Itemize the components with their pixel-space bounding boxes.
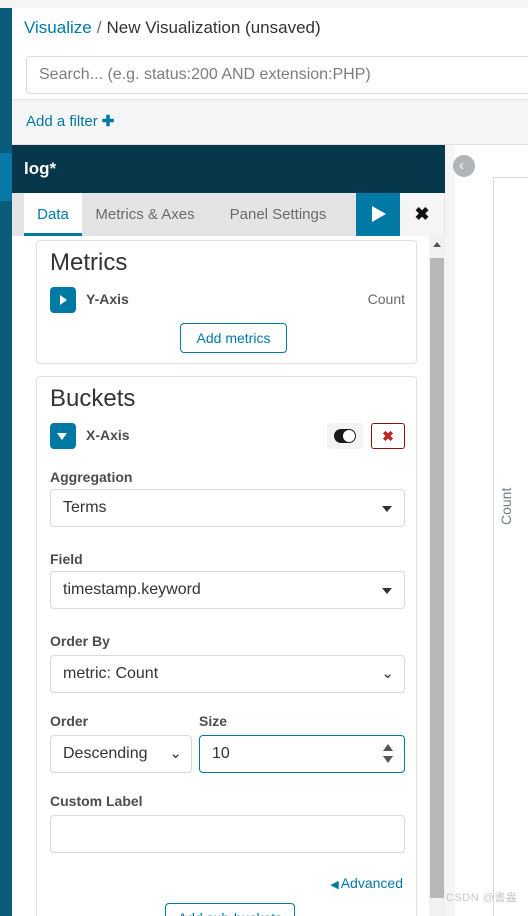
aggregation-select-value: Terms [63, 499, 107, 516]
x-axis-remove-button[interactable]: ✖ [371, 423, 405, 449]
stepper-up-icon [383, 744, 393, 751]
tab-data[interactable]: Data [24, 193, 82, 236]
chevron-left-icon: ◀ [330, 879, 339, 891]
plus-icon: ✚ [101, 113, 115, 130]
custom-label-field-label: Custom Label [50, 793, 143, 809]
editor-tabbar: Data Metrics & Axes Panel Settings ✖ [12, 193, 445, 236]
metrics-card: Metrics Y-Axis Count Add metrics [36, 240, 417, 364]
add-metrics-button[interactable]: Add metrics [180, 323, 287, 353]
chart-canvas [493, 177, 528, 916]
app-left-strip-accent [0, 153, 12, 201]
search-input[interactable] [26, 56, 528, 94]
chart-y-axis-label: Count [498, 487, 514, 525]
add-filter-label: Add a filter [26, 113, 98, 130]
chevron-down-icon: ⌄ [381, 665, 394, 682]
editor-scrollbar[interactable] [429, 236, 445, 916]
advanced-toggle-link[interactable]: ◀ Advanced [330, 875, 403, 891]
add-filter-button[interactable]: Add a filter ✚ [26, 112, 114, 130]
size-field-label: Size [199, 713, 228, 729]
order-by-select[interactable]: metric: Count ⌄ [50, 655, 405, 693]
add-sub-buckets-button[interactable]: Add sub-buckets [165, 903, 295, 916]
breadcrumb-visualize-link[interactable]: Visualize [24, 18, 92, 37]
chevron-down-icon [57, 433, 67, 440]
breadcrumb-separator: / [96, 18, 102, 37]
buckets-card: Buckets X-Axis ✖ Aggregation Terms Field… [36, 376, 417, 916]
x-axis-label: X-Axis [86, 427, 130, 443]
metrics-section-title: Metrics [50, 249, 128, 276]
watermark: CSDN @書盎 [446, 892, 518, 904]
close-icon: ✖ [382, 428, 394, 444]
pane-left-edge [445, 145, 455, 916]
caret-down-icon [382, 588, 392, 594]
field-select-value: timestamp.keyword [63, 581, 201, 598]
apply-changes-button[interactable] [356, 193, 400, 236]
size-stepper[interactable] [381, 743, 395, 765]
caret-down-icon [382, 506, 392, 512]
chevron-down-icon: ⌄ [169, 745, 182, 762]
app-left-strip [0, 8, 12, 916]
collapse-editor-button[interactable]: ‹ [453, 155, 475, 177]
field-select[interactable]: timestamp.keyword [50, 571, 405, 609]
y-axis-label: Y-Axis [86, 291, 129, 307]
breadcrumb-current: New Visualization (unsaved) [106, 18, 321, 37]
aggregation-select[interactable]: Terms [50, 489, 405, 527]
y-axis-expand-toggle[interactable] [50, 287, 76, 313]
size-input-wrapper [199, 735, 405, 773]
order-select[interactable]: Descending ⌄ [50, 735, 192, 773]
kibana-visualize-app: Visualize/New Visualization (unsaved) Ad… [0, 0, 528, 916]
chevron-left-icon: ‹ [459, 157, 464, 174]
toggle-knob [343, 430, 355, 442]
close-icon: ✖ [414, 204, 430, 224]
play-icon [372, 206, 386, 222]
metrics-y-axis-row: Y-Axis Count [50, 287, 405, 313]
chevron-right-icon [60, 295, 67, 305]
breadcrumb: Visualize / New Visualization (unsaved) [24, 18, 321, 38]
advanced-label: Advanced [340, 875, 403, 891]
buckets-section-title: Buckets [50, 385, 136, 412]
aggregation-field-label: Aggregation [50, 469, 133, 485]
order-field-label: Order [50, 713, 89, 729]
y-axis-value: Count [367, 291, 405, 307]
tab-panel-settings[interactable]: Panel Settings [214, 193, 342, 236]
index-pattern-title: log* [24, 159, 57, 178]
discard-changes-button[interactable]: ✖ [400, 193, 444, 236]
stepper-down-icon [383, 756, 393, 763]
order-select-value: Descending [63, 745, 148, 762]
editor-header: log* [12, 145, 445, 193]
filter-bar: Add a filter ✚ [12, 100, 528, 145]
editor-body: Metrics Y-Axis Count Add metrics Buckets [12, 236, 445, 916]
size-input[interactable] [199, 735, 405, 773]
scrollbar-thumb[interactable] [430, 258, 444, 898]
field-field-label: Field [50, 551, 83, 567]
top-bar: Visualize / New Visualization (unsaved) [12, 8, 528, 100]
x-axis-enable-toggle[interactable] [327, 423, 363, 449]
visualization-pane: ‹ Count [445, 145, 528, 916]
order-by-field-label: Order By [50, 633, 110, 649]
x-axis-expand-toggle[interactable] [50, 423, 76, 449]
buckets-x-axis-row: X-Axis ✖ [50, 423, 405, 449]
custom-label-input[interactable] [50, 815, 405, 853]
scrollbar-up-button[interactable] [429, 236, 445, 252]
tab-metrics-axes[interactable]: Metrics & Axes [84, 193, 206, 236]
editor-scroll-area: Metrics Y-Axis Count Add metrics Buckets [12, 236, 429, 916]
order-by-select-value: metric: Count [63, 665, 159, 682]
